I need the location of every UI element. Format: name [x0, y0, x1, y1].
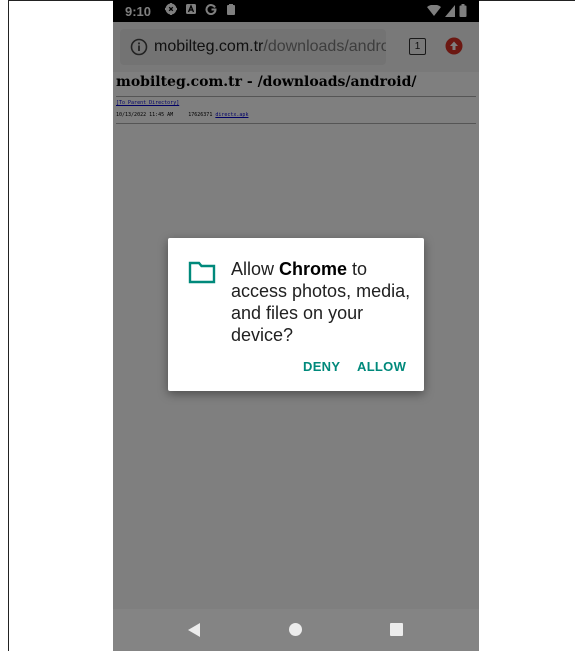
- folder-icon: [188, 261, 216, 284]
- deny-button[interactable]: DENY: [303, 359, 340, 374]
- back-icon[interactable]: [188, 623, 200, 637]
- home-icon[interactable]: [289, 623, 302, 636]
- dialog-message: Allow Chrome to access photos, media, an…: [231, 258, 416, 346]
- dialog-prefix: Allow: [231, 259, 280, 279]
- navigation-bar: [113, 609, 479, 651]
- permission-dialog: Allow Chrome to access photos, media, an…: [168, 238, 424, 391]
- recents-icon[interactable]: [390, 623, 403, 636]
- phone-screen: 9:10: [113, 0, 479, 651]
- frame-border-left: [8, 0, 9, 651]
- dialog-app-name: Chrome: [279, 259, 348, 279]
- allow-button[interactable]: ALLOW: [357, 359, 406, 374]
